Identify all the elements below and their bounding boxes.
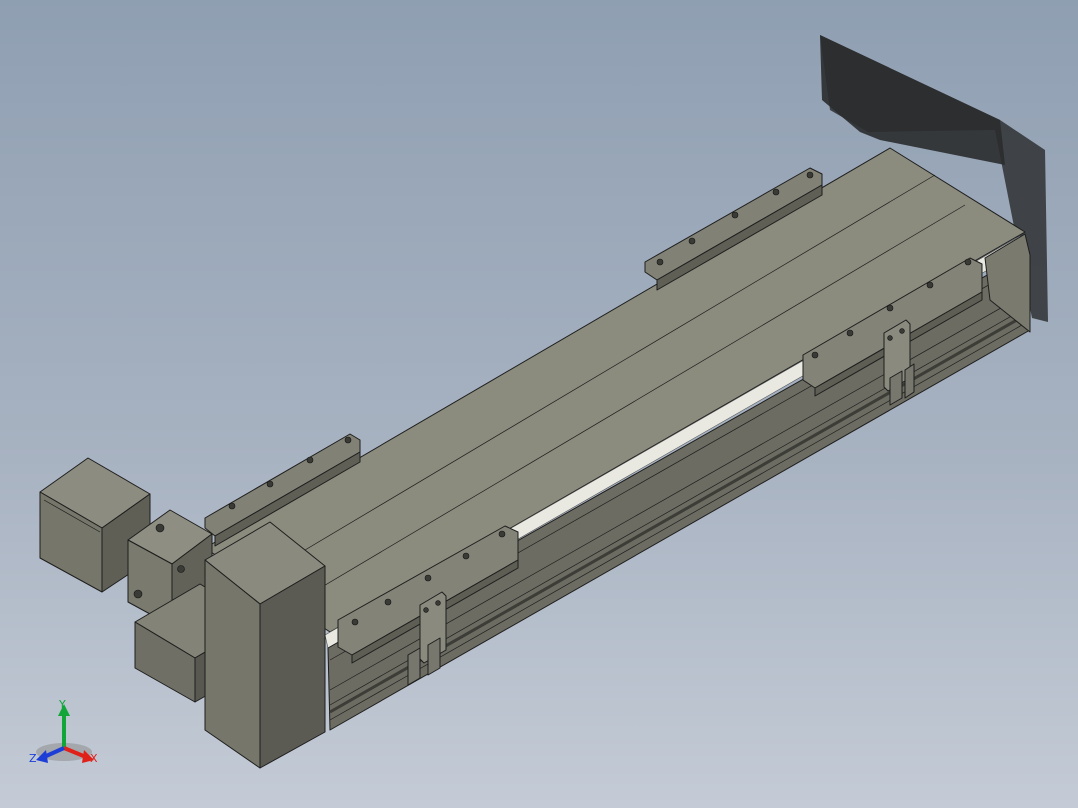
cad-viewport[interactable]: Y X Z (0, 0, 1078, 808)
triad-label-z: Z (29, 752, 37, 765)
triad-label-x: X (90, 752, 98, 765)
actuator-body[interactable] (204, 147, 1031, 731)
end-block[interactable] (204, 521, 326, 769)
model-scene[interactable]: Y X Z (0, 0, 1078, 808)
view-orientation-triad[interactable]: Y X Z (29, 698, 98, 765)
triad-label-y: Y (58, 698, 66, 711)
